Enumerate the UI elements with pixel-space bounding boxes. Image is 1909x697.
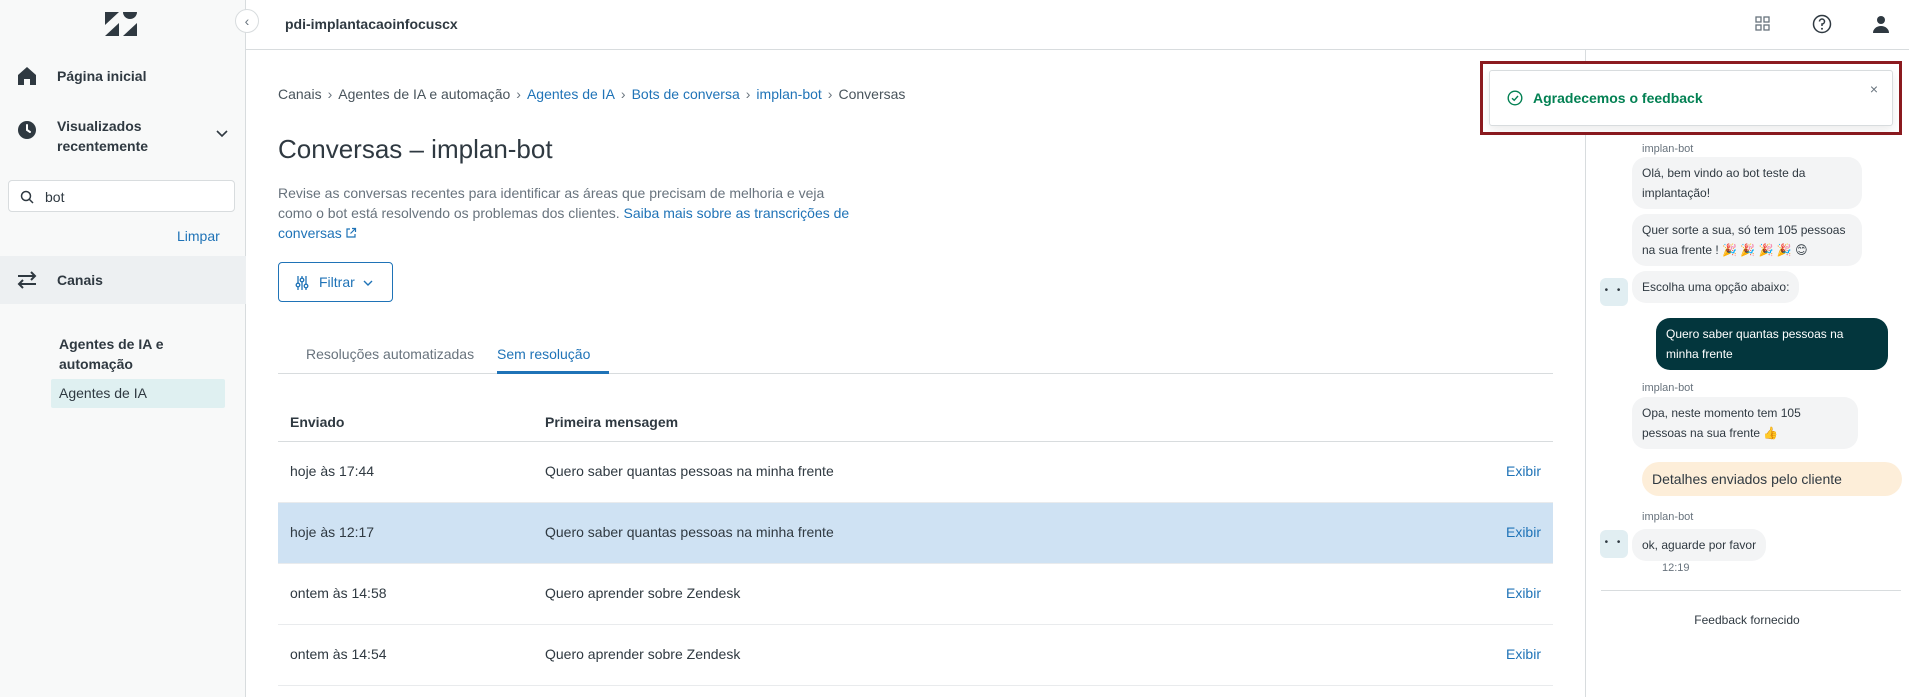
bot-message: Olá, bem vindo ao bot teste da implantaç… [1632,157,1862,209]
chevron-down-icon [363,280,373,286]
external-link-icon [346,227,356,238]
close-icon[interactable]: × [1870,81,1878,97]
bot-sender-name: implan-bot [1642,511,1694,523]
breadcrumb-separator-icon: › [827,86,833,102]
breadcrumb-item[interactable]: Bots de conversa [632,86,740,102]
feedback-toast: Agradecemos o feedback × [1480,61,1902,135]
nav-item-channels[interactable]: Canais [0,256,246,304]
check-circle-icon [1507,90,1523,106]
top-header: pdi-implantacaoinfocuscx [246,0,1909,50]
breadcrumb-current: Conversas [838,86,906,102]
chevron-left-icon: ‹ [244,13,250,29]
search-input[interactable] [45,187,225,207]
filter-button-label: Filtrar [319,274,355,290]
chevron-down-icon[interactable] [215,126,229,140]
breadcrumb-separator-icon: › [327,86,333,102]
breadcrumb-separator-icon: › [516,86,521,102]
tab-unresolved[interactable]: Sem resolução [497,346,590,372]
cell-first-message: Quero aprender sobre Zendesk [545,585,741,601]
search-field[interactable] [8,180,235,212]
collapse-sidebar-button[interactable]: ‹ [235,9,259,33]
view-link[interactable]: Exibir [1506,585,1541,601]
account-name: pdi-implantacaoinfocuscx [285,16,458,32]
bot-sender-name: implan-bot [1642,382,1694,394]
breadcrumb-item[interactable]: Canais [278,86,322,102]
left-navigation: Página inicial Visualizados recentemente… [0,0,246,697]
bot-message: Escolha uma opção abaixo: [1632,271,1800,303]
nav-item-channels-label: Canais [57,272,103,288]
sliders-icon [295,276,309,290]
page-description: Revise as conversas recentes para identi… [278,183,853,243]
bot-message: Opa, neste momento tem 105 pessoas na su… [1632,397,1858,449]
nav-item-recently-viewed-label: Visualizados recentemente [57,118,149,154]
bot-avatar: • • [1600,278,1628,306]
bot-sender-name: implan-bot [1642,143,1694,155]
table-header: Enviado Primeira mensagem [278,402,1553,442]
table-row[interactable]: hoje às 12:17 Quero saber quantas pessoa… [278,503,1553,564]
breadcrumb-separator-icon: › [745,86,751,102]
nav-item-home[interactable]: Página inicial [0,56,246,96]
breadcrumb-item[interactable]: Agentes de IA e automação [338,86,510,102]
filter-button[interactable]: Filtrar [278,262,393,302]
conversation-transcript-panel [1585,50,1909,697]
nav-item-home-label: Página inicial [57,68,147,84]
clear-search-link[interactable]: Limpar [177,228,220,244]
user-avatar-icon[interactable] [1870,13,1892,35]
nav-section-heading: Agentes de IA e automação [59,336,164,372]
breadcrumb-item[interactable]: Agentes de IA [527,86,615,102]
view-link[interactable]: Exibir [1506,463,1541,479]
breadcrumb-item[interactable]: implan-bot [756,86,821,102]
cell-sent: hoje às 17:44 [290,463,375,479]
cell-first-message: Quero saber quantas pessoas na minha fre… [545,463,834,479]
feedback-given-text: Feedback fornecido [1694,613,1800,627]
column-header-first-message: Primeira mensagem [545,414,679,430]
clock-icon [18,121,36,139]
tab-automated-resolutions[interactable]: Resoluções automatizadas [306,346,474,372]
bot-message: Quer sorte a sua, só tem 105 pessoas na … [1632,214,1862,266]
cell-first-message: Quero saber quantas pessoas na minha fre… [545,524,834,540]
help-icon[interactable] [1811,13,1833,35]
toast-body: Agradecemos o feedback × [1489,70,1893,126]
column-header-sent: Enviado [290,414,345,430]
breadcrumb-separator-icon: › [620,86,626,102]
search-icon [20,190,34,204]
nav-item-recently-viewed[interactable]: Visualizados recentemente [0,112,246,160]
cell-sent: ontem às 14:54 [290,646,387,662]
user-message: Quero saber quantas pessoas na minha fre… [1656,318,1888,370]
home-icon [18,67,36,85]
breadcrumb: Canais › Agentes de IA e automação › Agentes… [278,86,905,102]
table-row[interactable]: ontem às 14:58 Quero aprender sobre Zend… [278,564,1553,625]
conversations-table: Enviado Primeira mensagem hoje às 17:44 … [278,402,1553,686]
table-row[interactable]: hoje às 17:44 Quero saber quantas pessoa… [278,442,1553,503]
zendesk-logo-icon[interactable] [105,12,137,36]
active-tab-indicator [497,371,609,374]
bot-message: ok, aguarde por favor [1632,529,1767,561]
cell-sent: hoje às 12:17 [290,524,375,540]
arrows-swap-icon [17,271,37,289]
nav-subitem-ai-agents[interactable]: Agentes de IA [51,379,225,408]
customer-details-button[interactable]: Detalhes enviados pelo cliente [1642,462,1902,496]
bot-avatar: • • [1600,530,1628,558]
cell-sent: ontem às 14:58 [290,585,387,601]
apps-grid-icon[interactable] [1752,13,1774,35]
view-link[interactable]: Exibir [1506,524,1541,540]
message-timestamp: 12:19 [1662,562,1690,574]
view-link[interactable]: Exibir [1506,646,1541,662]
page-title: Conversas – implan-bot [278,134,553,164]
toast-message: Agradecemos o feedback [1533,90,1703,106]
divider [1601,590,1901,591]
table-row[interactable]: ontem às 14:54 Quero aprender sobre Zend… [278,625,1553,686]
cell-first-message: Quero aprender sobre Zendesk [545,646,741,662]
conversation-tabs: Resoluções automatizadas Sem resolução [278,336,1553,374]
